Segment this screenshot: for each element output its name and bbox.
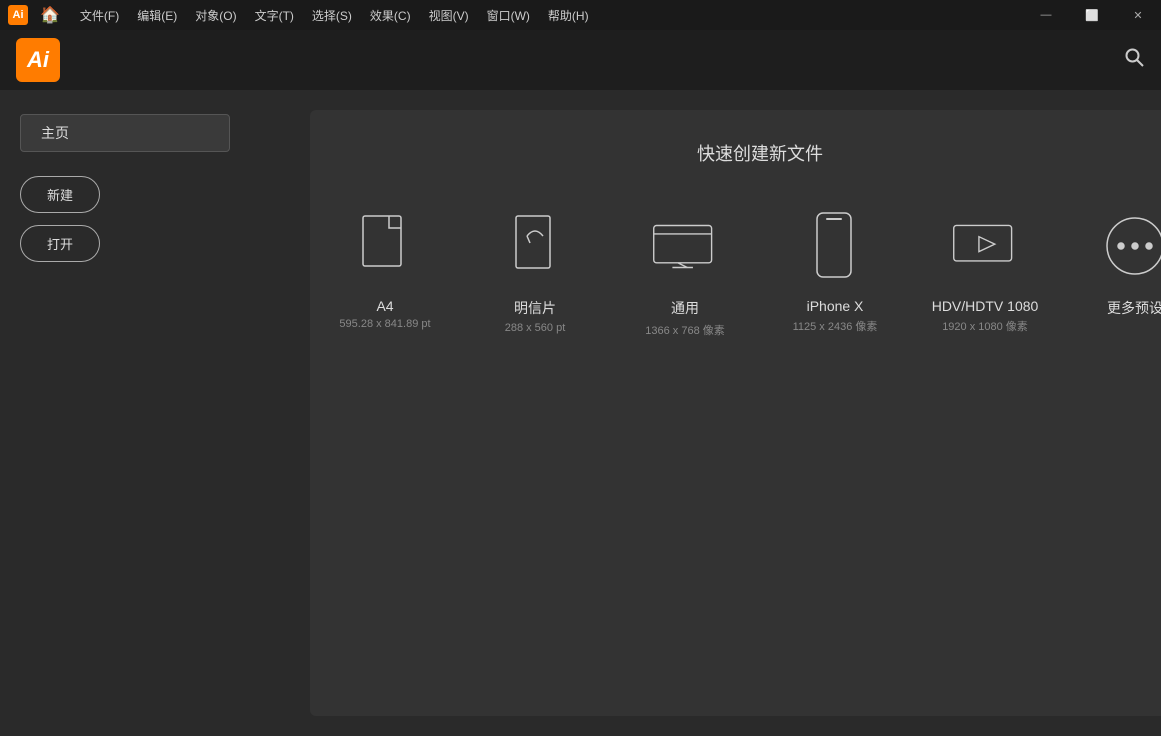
menu-item-帮助[interactable]: 帮助(H) (540, 3, 597, 28)
preset-iphone-icon (800, 206, 870, 286)
presets-row: A4 595.28 x 841.89 pt 明信片 288 x 560 pt (330, 206, 1161, 338)
app-logo: Ai (16, 38, 60, 82)
search-button[interactable] (1123, 46, 1145, 74)
preset-a4-icon (350, 206, 420, 286)
home-tab[interactable]: 主页 (20, 114, 230, 152)
titlebar-menu: 文件(F)编辑(E)对象(O)文字(T)选择(S)效果(C)视图(V)窗口(W)… (72, 3, 1153, 28)
open-button[interactable]: 打开 (20, 225, 100, 262)
preset-more-icon (1100, 206, 1161, 286)
preset-hdtv-icon (950, 206, 1020, 286)
preset-general-icon (650, 206, 720, 286)
preset-iphone-name: iPhone X (807, 298, 864, 314)
quick-create-panel: 快速创建新文件 A4 595.28 x 841.89 pt (310, 110, 1161, 716)
menu-item-对象[interactable]: 对象(O) (187, 3, 244, 28)
preset-more-name: 更多预设 (1107, 298, 1161, 318)
preset-more[interactable]: 更多预设 (1080, 206, 1161, 322)
close-button[interactable]: ✕ (1115, 0, 1161, 30)
titlebar-logo: Ai (8, 5, 28, 25)
preset-postcard-size: 288 x 560 pt (505, 322, 566, 334)
preset-iphone[interactable]: iPhone X 1125 x 2436 像素 (780, 206, 890, 334)
restore-button[interactable]: ⬜ (1069, 0, 1115, 30)
preset-a4[interactable]: A4 595.28 x 841.89 pt (330, 206, 440, 330)
preset-general[interactable]: 通用 1366 x 768 像素 (630, 206, 740, 338)
menu-item-编辑[interactable]: 编辑(E) (129, 3, 185, 28)
menu-item-窗口[interactable]: 窗口(W) (479, 3, 538, 28)
minimize-button[interactable]: — (1023, 0, 1069, 30)
preset-hdtv-name: HDV/HDTV 1080 (932, 298, 1039, 314)
menu-item-文字[interactable]: 文字(T) (247, 3, 302, 28)
menu-item-选择[interactable]: 选择(S) (304, 3, 360, 28)
new-button[interactable]: 新建 (20, 176, 100, 213)
titlebar: Ai 🏠 文件(F)编辑(E)对象(O)文字(T)选择(S)效果(C)视图(V)… (0, 0, 1161, 30)
window-controls: — ⬜ ✕ (1023, 0, 1161, 30)
menu-item-效果[interactable]: 效果(C) (362, 3, 419, 28)
quick-panel-title: 快速创建新文件 (697, 140, 823, 166)
preset-postcard-icon (500, 206, 570, 286)
menu-item-文件[interactable]: 文件(F) (72, 3, 127, 28)
menu-item-视图[interactable]: 视图(V) (421, 3, 477, 28)
preset-general-size: 1366 x 768 像素 (645, 322, 725, 338)
titlebar-home-icon[interactable]: 🏠 (40, 5, 60, 25)
preset-hdtv[interactable]: HDV/HDTV 1080 1920 x 1080 像素 (930, 206, 1040, 334)
preset-postcard[interactable]: 明信片 288 x 560 pt (480, 206, 590, 334)
sidebar: 主页 新建 打开 (0, 90, 300, 736)
preset-iphone-size: 1125 x 2436 像素 (793, 318, 878, 334)
main-content: 主页 新建 打开 快速创建新文件 A4 595.28 x 841.89 pt (0, 90, 1161, 736)
preset-general-name: 通用 (671, 298, 699, 318)
preset-a4-size: 595.28 x 841.89 pt (339, 318, 430, 330)
preset-postcard-name: 明信片 (514, 298, 556, 318)
preset-a4-name: A4 (376, 298, 393, 314)
preset-hdtv-size: 1920 x 1080 像素 (942, 318, 1028, 334)
app-header: Ai (0, 30, 1161, 90)
